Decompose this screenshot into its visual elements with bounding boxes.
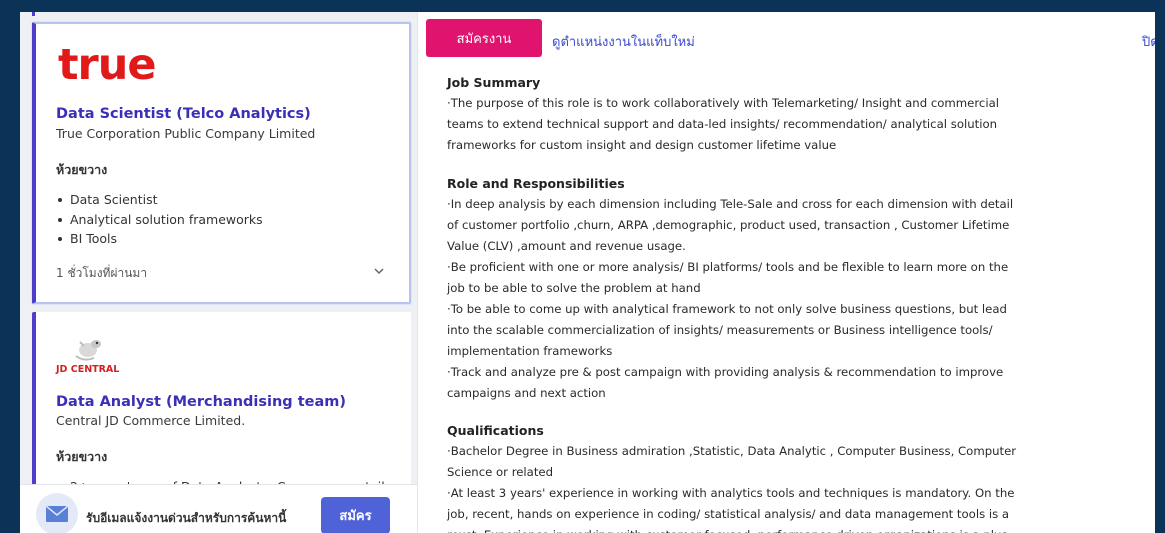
highlight-item: Analytical solution frameworks (56, 210, 263, 230)
job-detail-panel[interactable]: สมัครงาน ดูตำแหน่งงานในแท็บใหม่ ปิด Job … (417, 12, 1155, 533)
open-in-new-tab-link[interactable]: ดูตำแหน่งงานในแท็บใหม่ (552, 31, 695, 52)
description-line: must. Experience in working with custome… (447, 525, 1008, 533)
true-logo: true (58, 40, 157, 90)
close-link[interactable]: ปิด (1142, 31, 1155, 52)
description-line: Science or related (447, 465, 554, 479)
section-heading: Job Summary (447, 75, 541, 90)
mail-icon-badge (36, 493, 78, 533)
company-name: True Corporation Public Company Limited (56, 126, 316, 141)
description-line: job to be able to solve the problem at h… (447, 281, 701, 295)
job-location: ห้วยขวาง (56, 449, 108, 464)
section-heading: Role and Responsibilities (447, 176, 625, 191)
description-line: ·At least 3 years' experience in working… (447, 486, 1015, 500)
company-name: Central JD Commerce Limited. (56, 413, 246, 428)
description-line: implementation frameworks (447, 344, 613, 358)
job-search-frame: true Data Scientist (Telco Analytics) Tr… (20, 12, 1155, 533)
description-line: ·Bachelor Degree in Business admiration … (447, 444, 1017, 458)
email-alert-bar: รับอีเมลแจ้งงานด่วนสำหรับการค้นหานี้ สมั… (20, 484, 417, 533)
highlight-item: Data Scientist (56, 190, 263, 210)
job-highlights: Data Scientist Analytical solution frame… (56, 190, 263, 249)
jd-central-logo-text: JD CENTRAL (56, 364, 120, 375)
job-list-panel[interactable]: true Data Scientist (Telco Analytics) Tr… (20, 12, 417, 533)
description-line: ·To be able to come up with analytical f… (447, 302, 1007, 316)
description-line: frameworks for custom insight and design… (447, 138, 837, 152)
job-title-link[interactable]: Data Scientist (Telco Analytics) (56, 106, 311, 122)
description-line: into the scalable commercialization of i… (447, 323, 993, 337)
chevron-down-icon[interactable] (372, 264, 386, 278)
section-heading: Qualifications (447, 423, 544, 438)
job-title-link[interactable]: Data Analyst (Merchandising team) (56, 394, 346, 410)
description-line: ·The purpose of this role is to work col… (447, 96, 999, 110)
highlight-item: BI Tools (56, 229, 263, 249)
description-line: Value (CLV) ,amount and revenue usage. (447, 239, 686, 253)
job-card-data-scientist[interactable]: true Data Scientist (Telco Analytics) Tr… (32, 22, 411, 304)
mail-icon (45, 505, 69, 522)
description-line: ·In deep analysis by each dimension incl… (447, 197, 1014, 211)
description-line: campaigns and next action (447, 386, 606, 400)
description-line: of customer portfolio ,churn, ARPA ,demo… (447, 218, 1010, 232)
subscribe-alert-button[interactable]: สมัคร (321, 497, 390, 533)
email-alert-text: รับอีเมลแจ้งงานด่วนสำหรับการค้นหานี้ (86, 511, 287, 525)
job-location: ห้วยขวาง (56, 162, 108, 177)
description-line: teams to extend technical support and da… (447, 117, 998, 131)
description-line: ·Be proficient with one or more analysis… (447, 260, 1009, 274)
previous-card-edge (32, 12, 35, 16)
description-line: job, recent, hands on experience in codi… (447, 507, 1010, 521)
job-description: Job Summary ·The purpose of this role is… (447, 72, 1017, 533)
apply-button[interactable]: สมัครงาน (426, 19, 542, 57)
description-line: ·Track and analyze pre & post campaign w… (447, 365, 1004, 379)
posted-time: 1 ชั่วโมงที่ผ่านมา (56, 266, 148, 280)
